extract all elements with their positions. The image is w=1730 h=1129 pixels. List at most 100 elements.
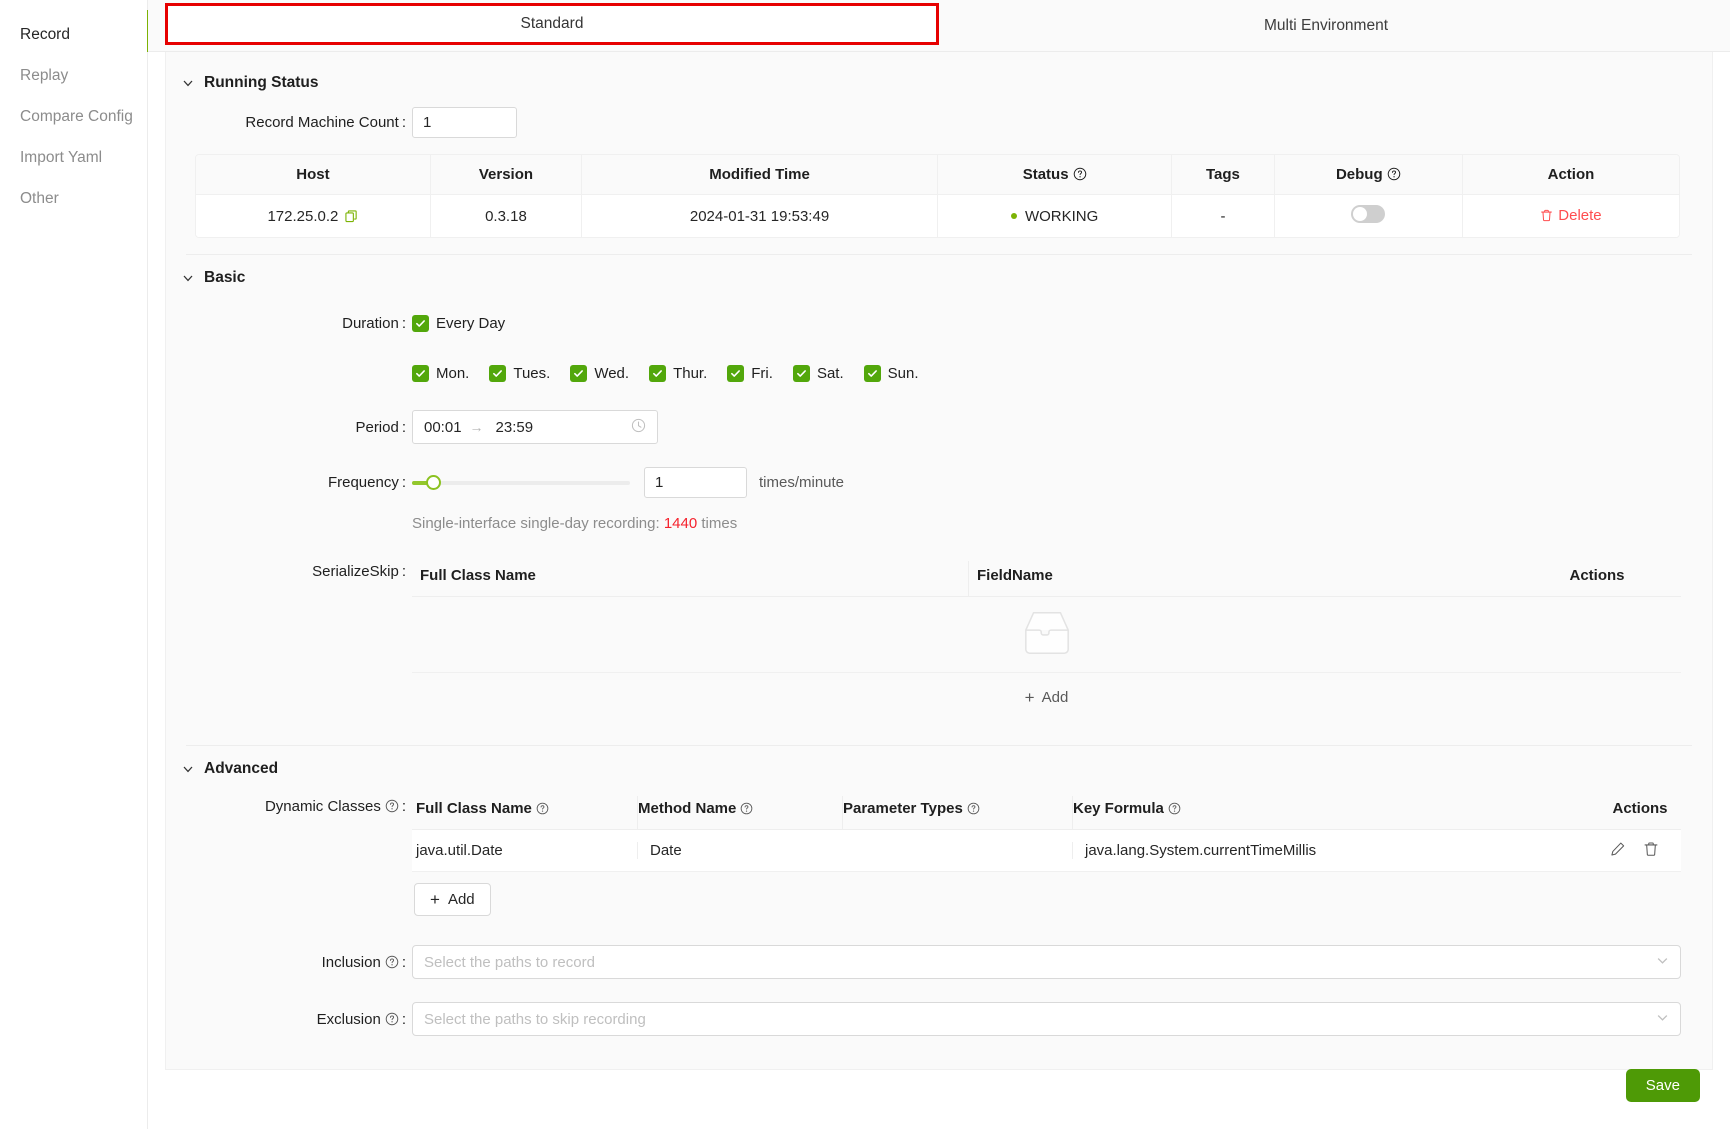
header-text: FieldName [977, 567, 1053, 584]
exclusion-label: Exclusion: [316, 1010, 406, 1028]
status-dot-icon [1010, 212, 1017, 219]
sidebar-item-label: Other [20, 190, 59, 207]
sidebar-item-replay[interactable]: Replay [0, 55, 147, 96]
sidebar-item-record[interactable]: Record [0, 14, 147, 55]
day-mon[interactable]: Mon. [412, 365, 469, 382]
delete-icon[interactable] [1643, 841, 1659, 861]
checkbox-sun[interactable] [863, 365, 881, 382]
day-fri[interactable]: Fri. [727, 365, 773, 382]
period-label: Period: [355, 418, 406, 436]
section-title: Advanced [204, 760, 279, 777]
cell-host: 172.25.0.2 [196, 194, 431, 237]
main-content: Standard Multi Environment Running Statu… [148, 0, 1730, 1129]
day-wed[interactable]: Wed. [570, 365, 629, 382]
edit-icon[interactable] [1610, 841, 1626, 861]
checkbox-thur[interactable] [649, 365, 667, 382]
sidebar-item-other[interactable]: Other [0, 178, 147, 219]
checkbox-wed[interactable] [570, 365, 588, 382]
help-icon[interactable] [967, 802, 981, 816]
help-icon[interactable] [1387, 167, 1401, 181]
day-thur[interactable]: Thur. [649, 365, 707, 382]
add-label: Add [1041, 689, 1069, 706]
help-icon[interactable] [536, 802, 550, 816]
checkbox-every-day[interactable] [412, 315, 429, 332]
duration-row: Duration: Every Day [172, 295, 1706, 339]
chevron-down-icon [1656, 954, 1669, 971]
section-header-running-status[interactable]: Running Status [166, 60, 1712, 100]
checkbox-mon[interactable] [412, 365, 429, 382]
running-status-table: Host Version Modified Time Status Tags D… [195, 154, 1680, 238]
tab-standard[interactable]: Standard [165, 3, 939, 45]
day-label: Wed. [594, 365, 630, 382]
help-icon[interactable] [385, 955, 399, 969]
add-serialize-skip-button[interactable]: + Add [1025, 689, 1069, 706]
section-title: Basic [204, 269, 246, 286]
help-icon[interactable] [385, 799, 399, 813]
footer-actions: Save [1625, 1069, 1700, 1102]
delete-button[interactable]: Delete [1540, 207, 1602, 224]
section-header-basic[interactable]: Basic [166, 255, 1712, 295]
tags-value: - [1220, 207, 1226, 225]
save-button[interactable]: Save [1625, 1069, 1700, 1102]
inclusion-select[interactable]: Select the paths to record [412, 945, 1681, 979]
cell-method-name: Date [637, 842, 842, 859]
checkbox-fri[interactable] [727, 365, 745, 382]
serialize-skip-row: SerializeSkip: Full Class Name FieldName… [172, 539, 1706, 723]
period-row: Period: 00:01 → 23:59 [172, 389, 1706, 451]
day-tues[interactable]: Tues. [489, 365, 550, 382]
sidebar-item-import-yaml[interactable]: Import Yaml [0, 137, 147, 178]
day-sun[interactable]: Sun. [863, 365, 918, 382]
header-text: Key Formula [1073, 800, 1164, 817]
cell-status: WORKING [937, 194, 1173, 237]
frequency-input[interactable]: 1 [644, 467, 747, 498]
debug-toggle[interactable] [1351, 205, 1386, 223]
record-machine-count-input[interactable]: 1 [412, 107, 517, 138]
empty-box-icon [1016, 607, 1078, 663]
hint-suffix: times [701, 515, 738, 532]
exclusion-row: Exclusion: Select the paths to skip reco… [172, 986, 1706, 1043]
help-icon[interactable] [740, 802, 754, 816]
day-sat[interactable]: Sat. [792, 365, 844, 382]
label-text: SerializeSkip [312, 563, 399, 580]
plus-icon: + [430, 890, 440, 909]
host-value: 172.25.0.2 [267, 207, 339, 225]
app-root: Record Replay Compare Config Import Yaml… [0, 0, 1730, 1129]
frequency-row: Frequency: 1 times/minute [172, 451, 1706, 505]
checkbox-sat[interactable] [792, 365, 810, 382]
column-header-field-name: FieldName [968, 561, 1513, 596]
section-header-advanced[interactable]: Advanced [166, 746, 1712, 786]
recording-hint-row: Single-interface single-day recording: 1… [172, 505, 1706, 539]
chevron-down-icon [182, 272, 194, 284]
period-range-picker[interactable]: 00:01 → 23:59 [412, 410, 658, 444]
toggle-knob [1353, 207, 1368, 221]
frequency-label: Frequency: [327, 474, 406, 491]
cell-actions [1599, 841, 1681, 861]
help-icon[interactable] [1073, 167, 1087, 181]
tab-multi-environment-label: Multi Environment [1263, 16, 1389, 34]
add-dynamic-class-button[interactable]: + Add [414, 883, 491, 916]
help-icon[interactable] [385, 1012, 399, 1026]
slider-handle[interactable] [426, 474, 441, 490]
exclusion-select[interactable]: Select the paths to skip recording [412, 1002, 1681, 1036]
period-end-value: 23:59 [495, 418, 534, 436]
sidebar-item-compare-config[interactable]: Compare Config [0, 96, 147, 137]
record-machine-count-row: Record Machine Count: 1 [172, 100, 1706, 145]
tab-multi-environment[interactable]: Multi Environment [939, 0, 1713, 51]
column-header-host: Host [196, 155, 431, 195]
help-icon[interactable] [1168, 802, 1182, 816]
chevron-down-icon [1656, 1011, 1669, 1028]
sidebar-item-label: Record [20, 26, 70, 43]
checkbox-tues[interactable] [489, 365, 507, 382]
cell-value: Date [650, 842, 682, 859]
header-text: Full Class Name [416, 800, 532, 817]
basic-body: Duration: Every Day Mon. Tues. Wed. Thur… [166, 295, 1712, 746]
dynamic-classes-row: Dynamic Classes: Full Class Name Method … [172, 786, 1706, 923]
status-badge: WORKING [1024, 207, 1099, 225]
sidebar-item-label: Compare Config [20, 108, 133, 125]
serialize-skip-label: SerializeSkip: [312, 563, 406, 580]
copy-icon[interactable] [345, 209, 358, 223]
tab-standard-label: Standard [520, 15, 584, 32]
frequency-slider[interactable] [412, 474, 630, 490]
label-text: Exclusion [316, 1010, 381, 1028]
cell-action: Delete [1462, 194, 1679, 237]
